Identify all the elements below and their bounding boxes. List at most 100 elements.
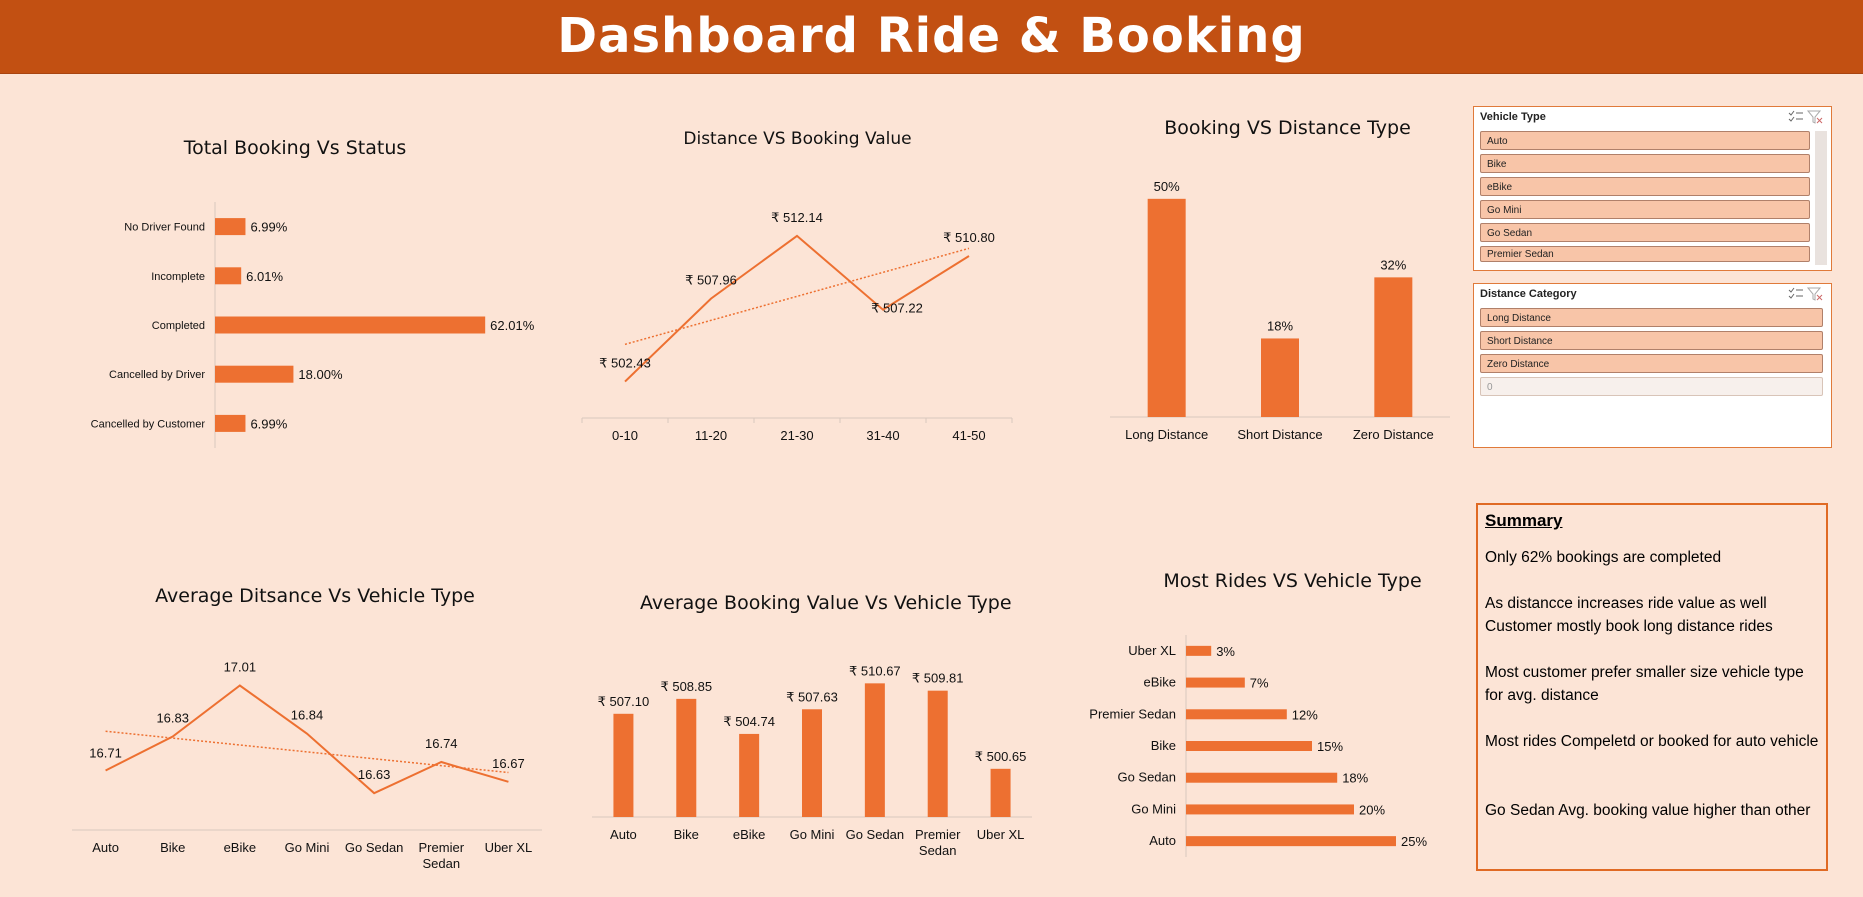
chart-title-most-rides: Most Rides VS Vehicle Type xyxy=(1163,570,1422,592)
clear-filter-icon[interactable] xyxy=(1806,287,1823,301)
category-label: Uber XL xyxy=(485,840,533,855)
data-label: 6.99% xyxy=(250,416,287,431)
data-label: ₹ 507.63 xyxy=(786,689,838,704)
slicer-item-blank[interactable]: 0 xyxy=(1480,377,1823,396)
category-label: Go Sedan xyxy=(846,827,905,842)
bar-cancelled-by-driver xyxy=(215,365,294,383)
data-label: 15% xyxy=(1317,739,1343,754)
chart-title-avg-distance: Average Ditsance Vs Vehicle Type xyxy=(155,585,475,607)
vehicle-type-slicer: Vehicle Type Auto Bike eBike Go Mini Go … xyxy=(1473,106,1832,271)
category-label: Sedan xyxy=(919,843,957,858)
category-label: Long Distance xyxy=(1125,427,1208,442)
data-label: 16.84 xyxy=(291,708,324,723)
chart-title-avg-value: Average Booking Value Vs Vehicle Type xyxy=(640,592,1012,614)
data-label: ₹ 502.43 xyxy=(599,356,651,371)
data-label: 16.67 xyxy=(492,756,525,771)
bar-short-distance xyxy=(1261,338,1299,417)
bar-no-driver-found xyxy=(215,218,246,236)
bar-go-sedan xyxy=(1186,772,1338,783)
data-label: ₹ 507.22 xyxy=(871,301,923,316)
slicer-item-zero-distance[interactable]: Zero Distance xyxy=(1480,354,1823,373)
data-label: 62.01% xyxy=(490,318,535,333)
chart-title-distance-value: Distance VS Booking Value xyxy=(683,129,912,149)
slicer-item-go-mini[interactable]: Go Mini xyxy=(1480,200,1810,219)
slicer-item-long-distance[interactable]: Long Distance xyxy=(1480,308,1823,327)
category-label: Go Mini xyxy=(790,827,835,842)
data-label: ₹ 510.67 xyxy=(849,663,901,678)
slicer-item-auto[interactable]: Auto xyxy=(1480,131,1810,150)
slicer-item-ebike[interactable]: eBike xyxy=(1480,177,1810,196)
category-label: Cancelled by Customer xyxy=(91,418,206,430)
category-label: Uber XL xyxy=(977,827,1025,842)
category-label: Premier xyxy=(419,840,465,855)
multi-select-icon[interactable] xyxy=(1788,110,1804,124)
slicer-item-premier-sedan[interactable]: Premier Sedan xyxy=(1480,246,1810,262)
data-label: 16.63 xyxy=(358,767,391,782)
data-label: 12% xyxy=(1292,707,1318,722)
bar-incomplete xyxy=(215,267,242,285)
category-label: Go Sedan xyxy=(1117,770,1176,785)
category-label: Auto xyxy=(92,840,119,855)
bar-cancelled-by-customer xyxy=(215,414,246,432)
category-label: Bike xyxy=(160,840,185,855)
category-label: Auto xyxy=(610,827,637,842)
summary-line: As distancce increases ride value as wel… xyxy=(1485,595,1767,612)
category-label: 0-10 xyxy=(612,428,638,443)
category-label: 21-30 xyxy=(780,428,813,443)
bar-go-mini xyxy=(1186,804,1354,815)
category-label: Go Sedan xyxy=(345,840,404,855)
category-label: Bike xyxy=(1151,738,1176,753)
data-label: ₹ 510.80 xyxy=(943,230,995,245)
data-label: ₹ 512.14 xyxy=(771,210,823,225)
slicer-item-bike[interactable]: Bike xyxy=(1480,154,1810,173)
distance-category-slicer: Distance Category Long Distance Short Di… xyxy=(1473,283,1832,448)
most-rides-bar-chart: Uber XL 3% eBike 7% Premier Sedan 12% Bike 15% G… xyxy=(1089,635,1427,857)
data-label: 16.71 xyxy=(89,746,122,761)
slicer-scrollbar[interactable] xyxy=(1815,131,1827,265)
category-label: Zero Distance xyxy=(1353,427,1434,442)
slicer-item-short-distance[interactable]: Short Distance xyxy=(1480,331,1823,350)
summary-title: Summary xyxy=(1485,511,1563,530)
category-label: Sedan xyxy=(422,856,460,871)
data-label: 20% xyxy=(1359,802,1385,817)
bar-ebike xyxy=(1186,677,1245,688)
clear-filter-icon[interactable] xyxy=(1806,110,1823,124)
bar-auto xyxy=(613,713,634,817)
slicer-item-go-sedan[interactable]: Go Sedan xyxy=(1480,223,1810,242)
bar-zero-distance xyxy=(1374,277,1413,417)
category-label: Go Mini xyxy=(1131,801,1176,816)
summary-line: Only 62% bookings are completed xyxy=(1485,549,1722,566)
category-label: Completed xyxy=(152,320,205,332)
category-label: eBike xyxy=(224,840,257,855)
data-label: 17.01 xyxy=(224,660,257,675)
category-label: Go Mini xyxy=(285,840,330,855)
summary-line: Customer mostly book long distance rides xyxy=(1485,618,1773,635)
distance-category-slicer-title: Distance Category xyxy=(1480,288,1577,300)
category-label: Bike xyxy=(674,827,699,842)
data-label: 7% xyxy=(1250,676,1269,691)
data-label: ₹ 507.10 xyxy=(598,694,650,709)
multi-select-icon[interactable] xyxy=(1788,287,1804,301)
category-label: eBike xyxy=(1143,675,1176,690)
category-label: Premier Sedan xyxy=(1089,706,1176,721)
data-label: ₹ 500.65 xyxy=(975,749,1027,764)
summary-line: Most rides Compeletd or booked for auto … xyxy=(1485,733,1819,750)
chart-title-distance-type: Booking VS Distance Type xyxy=(1164,117,1411,139)
data-label: ₹ 507.96 xyxy=(685,273,737,288)
data-label: 3% xyxy=(1216,644,1235,659)
chart-title-status: Total Booking Vs Status xyxy=(183,137,407,159)
data-label: 32% xyxy=(1380,257,1406,272)
bar-go-sedan xyxy=(864,683,885,817)
category-label: No Driver Found xyxy=(124,222,205,234)
dashboard-title: Dashboard Ride & Booking xyxy=(557,8,1306,64)
vehicle-type-slicer-title: Vehicle Type xyxy=(1480,111,1546,123)
summary-box: Summary Only 62% bookings are completed … xyxy=(1476,503,1828,871)
data-label: 18% xyxy=(1342,771,1368,786)
bar-uber-xl xyxy=(1186,645,1212,656)
data-label: 18.00% xyxy=(298,367,343,382)
bar-premier-sedan xyxy=(1186,709,1287,720)
data-label: ₹ 508.85 xyxy=(660,679,712,694)
category-label: Incomplete xyxy=(151,271,205,283)
distance-value-line-chart: ₹ 502.43 0-10 ₹ 507.96 11-20 ₹ 512.14 21-30 ₹ … xyxy=(581,210,1013,443)
bar-completed xyxy=(215,316,486,334)
